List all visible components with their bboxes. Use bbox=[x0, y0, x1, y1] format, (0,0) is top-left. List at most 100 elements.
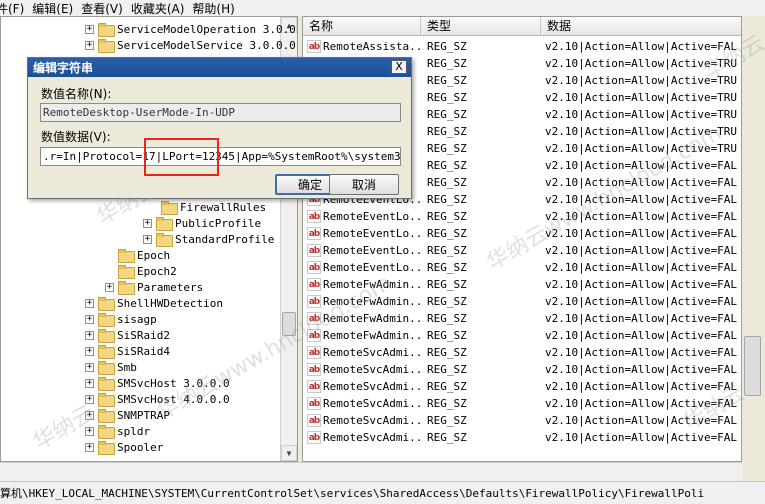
tree-item-label: SMSvcHost 3.0.0.0 bbox=[117, 376, 230, 390]
tree-item[interactable]: + Smb bbox=[85, 359, 137, 375]
value-name-field[interactable]: RemoteDesktop-UserMode-In-UDP bbox=[40, 103, 401, 122]
close-icon[interactable]: X bbox=[391, 60, 407, 74]
expand-toggle-icon[interactable]: + bbox=[85, 40, 94, 50]
tree-item-label: Spooler bbox=[117, 440, 164, 454]
value-data-cell: v2.10|Action=Allow|Active=FAL bbox=[545, 346, 738, 359]
expand-toggle-icon[interactable]: + bbox=[85, 362, 94, 372]
value-data-cell: v2.10|Action=Allow|Active=FAL bbox=[545, 40, 738, 53]
expand-toggle-icon[interactable]: + bbox=[85, 378, 94, 388]
expand-toggle-icon[interactable]: + bbox=[143, 234, 152, 244]
list-item[interactable]: ab RemoteFwAdmin... REG_SZ v2.10|Action=All… bbox=[303, 276, 741, 293]
tree-item[interactable]: + SiSRaid2 bbox=[85, 327, 170, 343]
tree-item[interactable]: + Parameters bbox=[105, 279, 203, 295]
folder-icon bbox=[156, 233, 173, 247]
string-value-icon: ab bbox=[307, 329, 321, 342]
dialog-title: 编辑字符串 bbox=[33, 61, 94, 75]
expand-toggle-icon[interactable]: + bbox=[85, 426, 94, 436]
list-item[interactable]: ab RemoteSvcAdmi... REG_SZ v2.10|Action=All… bbox=[303, 412, 741, 429]
list-item[interactable]: ab RemoteEventLo... REG_SZ v2.10|Action=All… bbox=[303, 208, 741, 225]
value-data-cell: v2.10|Action=Allow|Active=TRU bbox=[545, 91, 738, 104]
list-item[interactable]: ab RemoteSvcAdmi... REG_SZ v2.10|Action=All… bbox=[303, 378, 741, 395]
expand-toggle-icon[interactable]: + bbox=[85, 330, 94, 340]
expand-toggle-icon bbox=[105, 251, 114, 260]
value-name-cell: RemoteSvcAdmi... bbox=[323, 414, 421, 427]
column-header-name[interactable]: 名称 bbox=[303, 17, 421, 36]
expand-toggle-icon[interactable]: + bbox=[85, 314, 94, 324]
tree-item[interactable]: + ServiceModelService 3.0.0.0 bbox=[85, 37, 296, 53]
expand-toggle-icon[interactable]: + bbox=[85, 442, 94, 452]
menu-item[interactable]: 收藏夹(A) bbox=[131, 0, 193, 17]
list-item[interactable]: ab RemoteFwAdmin... REG_SZ v2.10|Action=All… bbox=[303, 293, 741, 310]
tree-item[interactable]: Epoch bbox=[105, 247, 170, 263]
value-data-label: 数值数据(V): bbox=[41, 130, 111, 144]
menu-item[interactable]: 编辑(E) bbox=[32, 0, 81, 17]
tree-item[interactable]: + SiSRaid4 bbox=[85, 343, 170, 359]
tree-item-label: ServiceModelOperation 3.0.0 bbox=[117, 22, 296, 36]
value-type-cell: REG_SZ bbox=[427, 414, 467, 427]
value-data-input[interactable]: .r=In|Protocol=17|LPort=12345|App=%Syste… bbox=[40, 147, 401, 166]
tree-scroll-thumb[interactable] bbox=[282, 312, 296, 336]
string-value-icon: ab bbox=[307, 380, 321, 393]
tree-item[interactable]: + spldr bbox=[85, 423, 150, 439]
tree-item-label: SiSRaid2 bbox=[117, 328, 170, 342]
list-item[interactable]: ab RemoteFwAdmin... REG_SZ v2.10|Action=All… bbox=[303, 310, 741, 327]
column-header-type[interactable]: 类型 bbox=[421, 17, 541, 36]
list-item[interactable]: ab RemoteSvcAdmi... REG_SZ v2.10|Action=All… bbox=[303, 395, 741, 412]
menu-item[interactable]: 件(F) bbox=[0, 0, 32, 17]
value-type-cell: REG_SZ bbox=[427, 125, 467, 138]
horizontal-scrollbar[interactable] bbox=[0, 462, 742, 481]
tree-item[interactable]: + ShellHWDetection bbox=[85, 295, 223, 311]
tree-item-label: SMSvcHost 4.0.0.0 bbox=[117, 392, 230, 406]
tree-item[interactable]: + StandardProfile bbox=[143, 231, 274, 247]
value-data-cell: v2.10|Action=Allow|Active=TRU bbox=[545, 74, 738, 87]
folder-icon bbox=[98, 441, 115, 455]
string-value-icon: ab bbox=[307, 295, 321, 308]
list-item[interactable]: ab RemoteSvcAdmi... REG_SZ v2.10|Action=All… bbox=[303, 429, 741, 446]
tree-item[interactable]: + SMSvcHost 4.0.0.0 bbox=[85, 391, 230, 407]
value-data-cell: v2.10|Action=Allow|Active=TRU bbox=[545, 108, 738, 121]
value-name-cell: RemoteSvcAdmi... bbox=[323, 380, 421, 393]
value-data-cell: v2.10|Action=Allow|Active=FAL bbox=[545, 431, 738, 444]
list-item[interactable]: ab RemoteEventLo... REG_SZ v2.10|Action=All… bbox=[303, 242, 741, 259]
value-data-cell: v2.10|Action=Allow|Active=TRU bbox=[545, 125, 738, 138]
list-scrollbar[interactable] bbox=[742, 16, 765, 462]
expand-toggle-icon[interactable]: + bbox=[85, 298, 94, 308]
cancel-button[interactable]: 取消 bbox=[329, 174, 399, 195]
tree-item[interactable]: + sisagp bbox=[85, 311, 157, 327]
list-item[interactable]: ab RemoteEventLo... REG_SZ v2.10|Action=All… bbox=[303, 259, 741, 276]
list-item[interactable]: ab RemoteSvcAdmi... REG_SZ v2.10|Action=All… bbox=[303, 361, 741, 378]
value-data-cell: v2.10|Action=Allow|Active=FAL bbox=[545, 278, 738, 291]
tree-item[interactable]: + SMSvcHost 3.0.0.0 bbox=[85, 375, 230, 391]
tree-item[interactable]: + PublicProfile bbox=[143, 215, 261, 231]
tree-item[interactable]: FirewallRules bbox=[161, 199, 266, 215]
expand-toggle-icon[interactable]: + bbox=[85, 24, 94, 34]
list-item[interactable]: ab RemoteAssista... REG_SZ v2.10|Action=All… bbox=[303, 38, 741, 55]
list-item[interactable]: ab RemoteEventLo... REG_SZ v2.10|Action=All… bbox=[303, 225, 741, 242]
value-type-cell: REG_SZ bbox=[427, 176, 467, 189]
expand-toggle-icon[interactable]: + bbox=[85, 394, 94, 404]
scroll-down-icon[interactable]: ▼ bbox=[281, 445, 297, 461]
menu-item[interactable]: 帮助(H) bbox=[192, 0, 242, 17]
registry-path: 算机\HKEY_LOCAL_MACHINE\SYSTEM\CurrentCont… bbox=[0, 487, 705, 500]
expand-toggle-icon[interactable]: + bbox=[143, 218, 152, 228]
tree-item[interactable]: + Spooler bbox=[85, 439, 163, 455]
value-type-cell: REG_SZ bbox=[427, 227, 467, 240]
list-item[interactable]: ab RemoteSvcAdmi... REG_SZ v2.10|Action=All… bbox=[303, 344, 741, 361]
value-data-cell: v2.10|Action=Allow|Active=FAL bbox=[545, 312, 738, 325]
tree-item-label: Smb bbox=[117, 360, 137, 374]
column-header-data[interactable]: 数据 bbox=[541, 17, 741, 36]
expand-toggle-icon[interactable]: + bbox=[85, 410, 94, 420]
dialog-title-bar[interactable]: 编辑字符串 X bbox=[28, 58, 411, 77]
tree-item[interactable]: Epoch2 bbox=[105, 263, 177, 279]
expand-toggle-icon[interactable]: + bbox=[85, 346, 94, 356]
value-name-cell: RemoteEventLo... bbox=[323, 244, 421, 257]
value-data-cell: v2.10|Action=Allow|Active=FAL bbox=[545, 210, 738, 223]
list-scroll-thumb[interactable] bbox=[744, 336, 761, 396]
menu-item[interactable]: 查看(V) bbox=[81, 0, 131, 17]
value-type-cell: REG_SZ bbox=[427, 363, 467, 376]
list-item[interactable]: ab RemoteFwAdmin... REG_SZ v2.10|Action=All… bbox=[303, 327, 741, 344]
tree-item[interactable]: + SNMPTRAP bbox=[85, 407, 170, 423]
expand-toggle-icon[interactable]: + bbox=[105, 282, 114, 292]
tree-item[interactable]: + ServiceModelOperation 3.0.0 bbox=[85, 21, 296, 37]
folder-icon bbox=[98, 393, 115, 407]
